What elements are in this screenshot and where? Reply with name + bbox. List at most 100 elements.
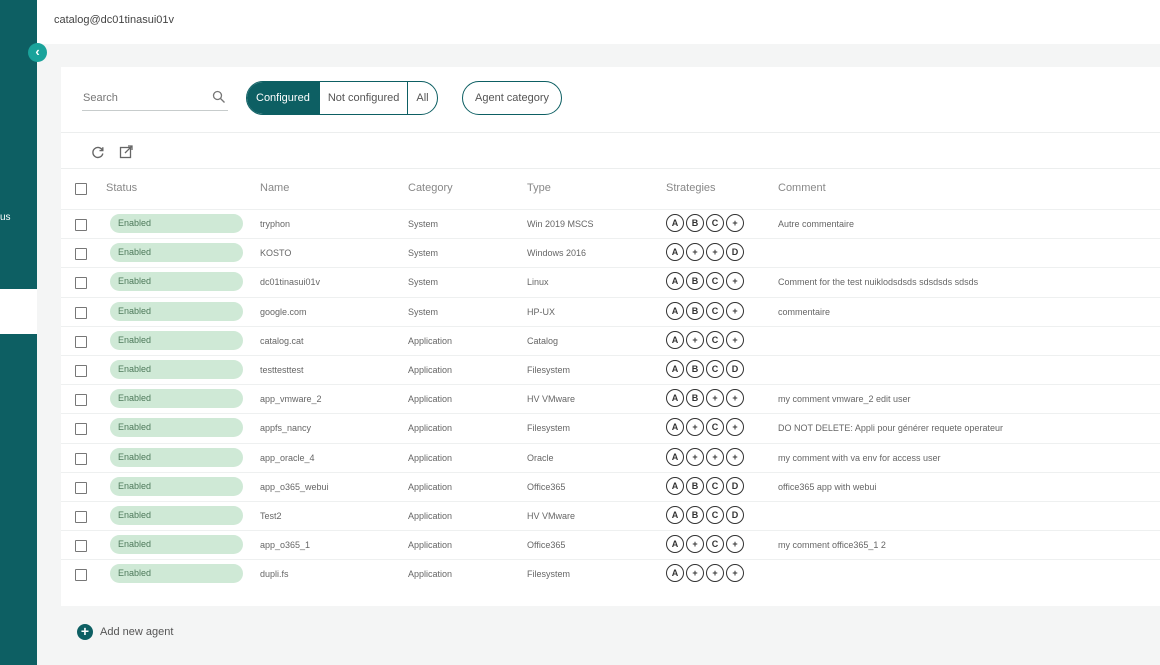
strategy-circle[interactable]: + (726, 418, 744, 437)
table-row[interactable]: Enabled catalog.cat Application Catalog A + C + (61, 325, 1160, 356)
row-checkbox[interactable] (75, 394, 87, 407)
row-checkbox[interactable] (75, 569, 87, 582)
add-new-agent-button[interactable]: + Add new agent (77, 624, 173, 640)
strategy-circle[interactable]: + (726, 535, 744, 554)
search-input[interactable]: Search (82, 88, 228, 111)
table-row[interactable]: Enabled google.com System HP-UX A B C + commenta… (61, 296, 1160, 327)
table-row[interactable]: Enabled app_oracle_4 Application Oracle A + + +… (61, 442, 1160, 473)
strategy-circle[interactable]: A (666, 506, 684, 524)
strategy-circle[interactable]: D (726, 476, 744, 495)
agent-name[interactable]: catalog.cat (260, 336, 304, 346)
strategy-circle[interactable]: A (666, 330, 684, 349)
strategy-circle[interactable]: C (706, 301, 724, 320)
filter-configured[interactable]: Configured (247, 82, 319, 114)
strategy-circle[interactable]: A (666, 447, 684, 466)
filter-not-configured[interactable]: Not configured (318, 82, 408, 114)
header-comment[interactable]: Comment (778, 182, 826, 194)
strategy-circle[interactable]: + (686, 447, 704, 466)
select-all-checkbox[interactable] (75, 183, 87, 195)
agent-name[interactable]: app_o365_webui (260, 482, 329, 492)
strategy-circle[interactable]: + (686, 243, 704, 262)
table-row[interactable]: Enabled Test2 Application HV VMware A B C D (61, 501, 1160, 531)
table-row[interactable]: Enabled tryphon System Win 2019 MSCS A B C + Aut… (61, 209, 1160, 239)
strategy-circle[interactable]: + (686, 564, 704, 583)
strategy-circle[interactable]: A (666, 272, 684, 291)
agent-name[interactable]: KOSTO (260, 248, 291, 258)
agent-category-button[interactable]: Agent category (462, 81, 562, 115)
strategy-circle[interactable]: + (706, 389, 724, 408)
agent-name[interactable]: google.com (260, 307, 307, 317)
table-row[interactable]: Enabled KOSTO System Windows 2016 A + + D (61, 238, 1160, 268)
header-type[interactable]: Type (527, 182, 551, 194)
strategy-circle[interactable]: C (706, 418, 724, 437)
table-row[interactable]: Enabled testtesttest Application Filesystem… (61, 355, 1160, 385)
strategy-circle[interactable]: B (686, 301, 704, 320)
strategy-circle[interactable]: + (726, 272, 744, 291)
strategy-circle[interactable]: B (686, 272, 704, 291)
agent-name[interactable]: appfs_nancy (260, 423, 311, 433)
row-checkbox[interactable] (75, 481, 87, 494)
strategy-circle[interactable]: C (706, 330, 724, 349)
strategy-circle[interactable]: A (666, 564, 684, 583)
strategy-circle[interactable]: C (706, 360, 724, 378)
strategy-circle[interactable]: B (686, 360, 704, 378)
table-row[interactable]: Enabled app_o365_webui Application Office36… (61, 471, 1160, 502)
strategy-circle[interactable]: D (726, 243, 744, 262)
row-checkbox[interactable] (75, 423, 87, 436)
row-checkbox[interactable] (75, 248, 87, 261)
strategy-circle[interactable]: + (706, 243, 724, 262)
strategy-circle[interactable]: A (666, 535, 684, 554)
row-checkbox[interactable] (75, 277, 87, 290)
strategy-circle[interactable]: + (686, 535, 704, 554)
table-row[interactable]: Enabled dupli.fs Application Filesystem A + + + (61, 559, 1160, 589)
agent-name[interactable]: dupli.fs (260, 569, 289, 579)
header-name[interactable]: Name (260, 182, 289, 194)
strategy-circle[interactable]: D (726, 360, 744, 378)
strategy-circle[interactable]: A (666, 360, 684, 378)
row-checkbox[interactable] (75, 335, 87, 348)
strategy-circle[interactable]: C (706, 214, 724, 232)
row-checkbox[interactable] (75, 540, 87, 553)
row-checkbox[interactable] (75, 219, 87, 231)
strategy-circle[interactable]: A (666, 243, 684, 262)
strategy-circle[interactable]: C (706, 476, 724, 495)
strategy-circle[interactable]: A (666, 301, 684, 320)
strategy-circle[interactable]: + (726, 330, 744, 349)
table-row[interactable]: Enabled dc01tinasui01v System Linux A B C + Comm… (61, 267, 1160, 297)
agent-name[interactable]: tryphon (260, 219, 290, 229)
sidebar-active-item[interactable] (0, 289, 37, 334)
strategy-circle[interactable]: + (726, 389, 744, 408)
strategy-circle[interactable]: + (726, 301, 744, 320)
strategy-circle[interactable]: B (686, 476, 704, 495)
agent-name[interactable]: Test2 (260, 511, 282, 521)
strategy-circle[interactable]: A (666, 214, 684, 232)
strategy-circle[interactable]: A (666, 476, 684, 495)
row-checkbox[interactable] (75, 306, 87, 319)
agent-name[interactable]: app_oracle_4 (260, 453, 315, 463)
sidebar-label-fragment[interactable]: us (0, 212, 11, 224)
header-strategies[interactable]: Strategies (666, 182, 716, 194)
strategy-circle[interactable]: B (686, 506, 704, 524)
agent-name[interactable]: app_vmware_2 (260, 394, 322, 404)
strategy-circle[interactable]: B (686, 214, 704, 232)
strategy-circle[interactable]: + (706, 564, 724, 583)
strategy-circle[interactable]: C (706, 535, 724, 554)
strategy-circle[interactable]: + (726, 447, 744, 466)
row-checkbox[interactable] (75, 511, 87, 523)
strategy-circle[interactable]: + (686, 418, 704, 437)
strategy-circle[interactable]: C (706, 506, 724, 524)
strategy-circle[interactable]: A (666, 389, 684, 408)
strategy-circle[interactable]: + (686, 330, 704, 349)
row-checkbox[interactable] (75, 452, 87, 465)
strategy-circle[interactable]: C (706, 272, 724, 291)
strategy-circle[interactable]: A (666, 418, 684, 437)
header-category[interactable]: Category (408, 182, 453, 194)
table-row[interactable]: Enabled app_vmware_2 Application HV VMware A… (61, 384, 1160, 414)
export-icon[interactable] (118, 144, 134, 160)
strategy-circle[interactable]: + (706, 447, 724, 466)
strategy-circle[interactable]: B (686, 389, 704, 408)
agent-name[interactable]: testtesttest (260, 365, 304, 375)
agent-name[interactable]: app_o365_1 (260, 540, 310, 550)
header-status[interactable]: Status (106, 182, 137, 194)
strategy-circle[interactable]: + (726, 214, 744, 232)
